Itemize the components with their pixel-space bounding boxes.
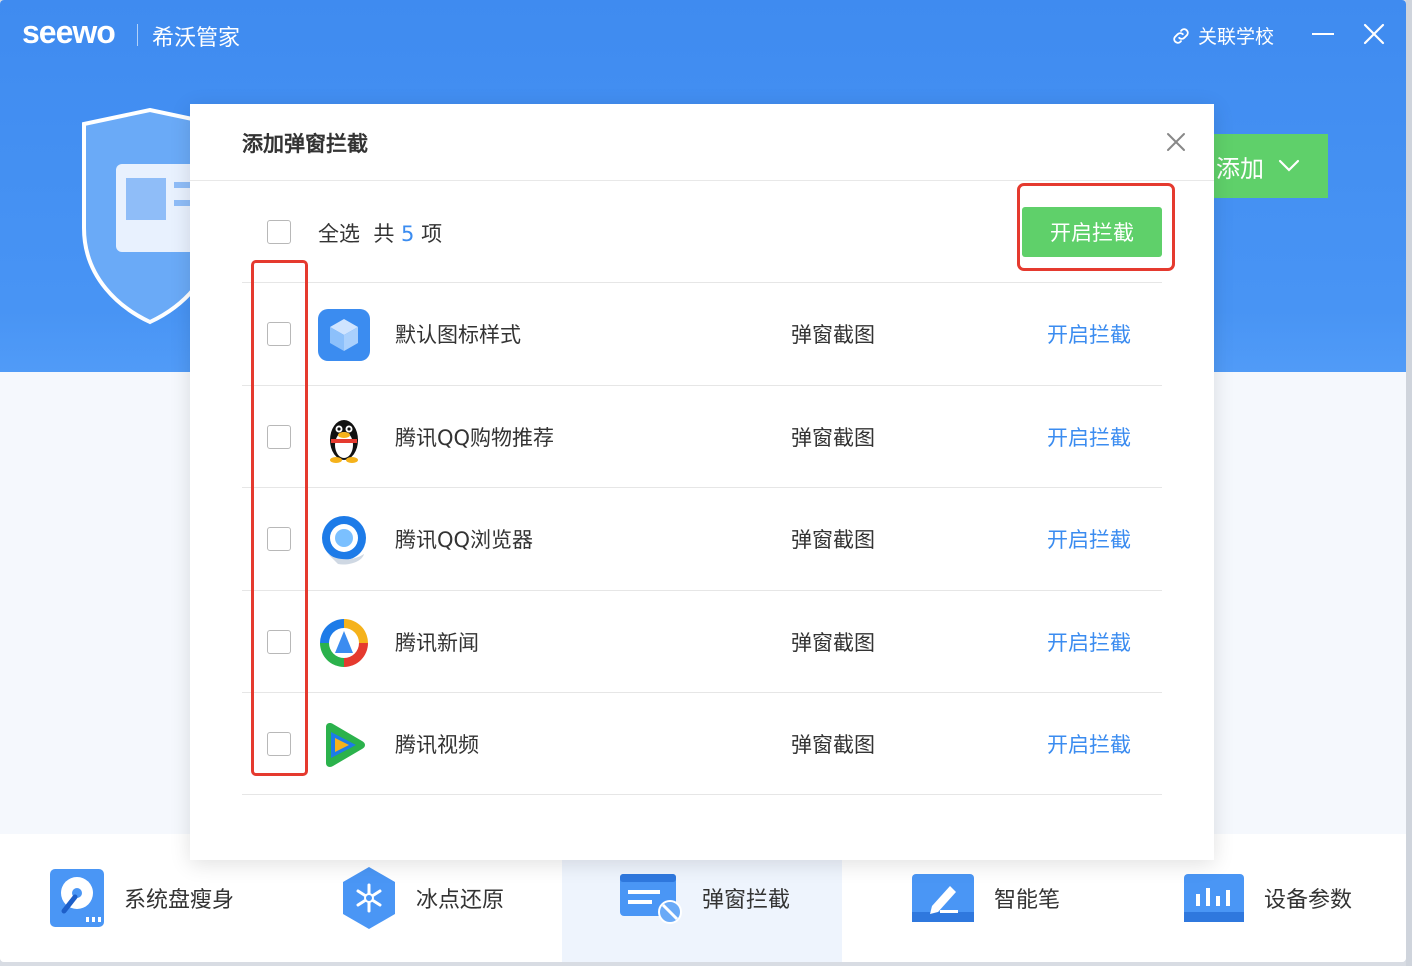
row-type: 弹窗截图: [791, 733, 875, 757]
close-icon: [1167, 133, 1185, 151]
row-type: 弹窗截图: [791, 323, 875, 347]
row-type: 弹窗截图: [791, 426, 875, 450]
highlight-box-checkboxes: [251, 260, 308, 776]
link-icon: [1173, 27, 1189, 44]
smart-pen-icon: [912, 874, 974, 922]
close-icon: [1363, 23, 1385, 45]
dialog-close-button[interactable]: [1164, 130, 1188, 154]
link-school-button[interactable]: 关联学校: [1170, 22, 1274, 49]
count-suffix: 项: [421, 222, 443, 246]
dialog-divider: [190, 180, 1214, 181]
popup-block-icon: [620, 874, 682, 924]
row-open-block-link[interactable]: 开启拦截: [1047, 422, 1131, 452]
tencent-news-icon: [320, 619, 368, 667]
chevron-down-icon: [1278, 159, 1300, 172]
row-name: 腾讯QQ浏览器: [395, 528, 534, 552]
row-name: 腾讯新闻: [395, 631, 479, 655]
count-prefix: 共: [373, 222, 395, 246]
cube-app-icon: [318, 309, 370, 361]
tool-label: 智能笔: [994, 888, 1061, 913]
row-name: 腾讯视频: [395, 733, 479, 757]
row-divider: [242, 794, 1162, 795]
qq-browser-icon: [322, 516, 366, 565]
minimize-button[interactable]: [1312, 18, 1336, 48]
tool-label: 系统盘瘦身: [124, 888, 235, 913]
dialog-title: 添加弹窗拦截: [242, 132, 368, 156]
disk-clean-icon: [50, 869, 104, 927]
table-row: 腾讯新闻 弹窗截图 开启拦截: [190, 591, 1214, 693]
select-all-label: 全选 共 5 项: [318, 218, 442, 248]
app-name: 希沃管家: [152, 26, 241, 51]
freeze-restore-icon: [343, 867, 395, 929]
window-edge: [1406, 0, 1412, 966]
table-row: 默认图标样式 弹窗截图 开启拦截: [190, 283, 1214, 385]
qq-penguin-icon: [330, 420, 358, 463]
tool-label: 设备参数: [1264, 888, 1353, 913]
row-open-block-link[interactable]: 开启拦截: [1047, 627, 1131, 657]
tool-label: 冰点还原: [416, 888, 505, 913]
link-school-label: 关联学校: [1198, 26, 1275, 48]
table-row: 腾讯QQ购物推荐 弹窗截图 开启拦截: [190, 386, 1214, 488]
table-row: 腾讯视频 弹窗截图 开启拦截: [190, 693, 1214, 795]
row-open-block-link[interactable]: 开启拦截: [1047, 319, 1131, 349]
logo-divider: [137, 24, 138, 46]
tencent-video-icon: [326, 723, 365, 767]
row-open-block-link[interactable]: 开启拦截: [1047, 524, 1131, 554]
row-open-block-link[interactable]: 开启拦截: [1047, 729, 1131, 759]
app-window: seewo 希沃管家 关联学校 添加 系统盘瘦身 冰点还原 弹窗拦截 智能笔 设…: [0, 0, 1406, 962]
tool-label: 弹窗拦截: [702, 888, 791, 913]
seewo-logo: seewo: [22, 14, 116, 50]
row-name: 默认图标样式: [395, 323, 521, 347]
highlight-box-button: [1017, 183, 1175, 271]
device-params-icon: [1184, 874, 1244, 922]
row-type: 弹窗截图: [791, 528, 875, 552]
add-dropdown-button[interactable]: 添加: [1214, 134, 1328, 198]
row-name: 腾讯QQ购物推荐: [395, 426, 555, 450]
add-popup-block-dialog: 添加弹窗拦截 全选 共 5 项 开启拦截 默认图标样式 弹窗截图 开启拦截 腾讯…: [190, 104, 1214, 860]
table-row: 腾讯QQ浏览器 弹窗截图 开启拦截: [190, 488, 1214, 590]
row-type: 弹窗截图: [791, 631, 875, 655]
select-all-text: 全选: [318, 222, 360, 246]
window-close-button[interactable]: [1360, 20, 1388, 48]
item-count: 5: [401, 222, 415, 246]
select-all-checkbox[interactable]: [267, 220, 291, 244]
add-label: 添加: [1216, 154, 1264, 183]
